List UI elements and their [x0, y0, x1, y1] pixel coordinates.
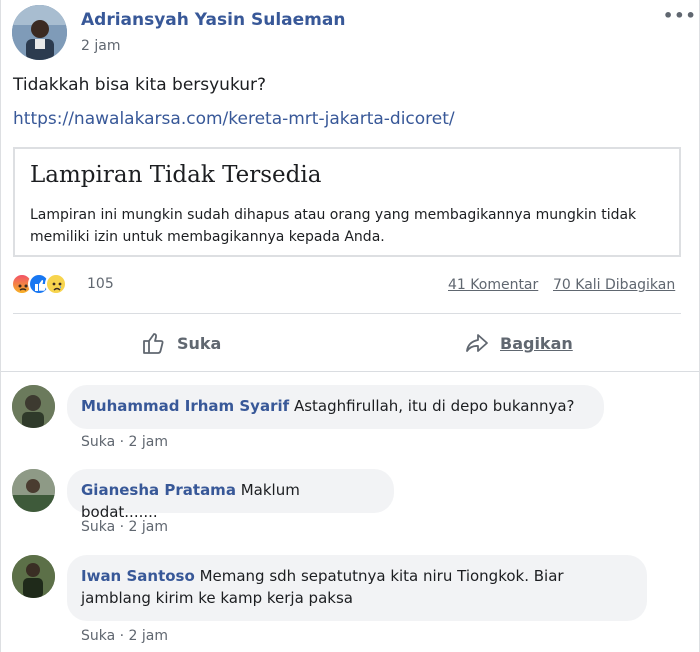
commenter-name[interactable]: Iwan Santoso: [81, 567, 195, 585]
comment-bubble: Gianesha Pratama Maklum bodat.......: [67, 469, 394, 521]
share-count-link[interactable]: 70 Kali Dibagikan: [553, 277, 675, 293]
post-timestamp[interactable]: 2 jam: [81, 38, 120, 54]
sad-reaction-icon: [45, 273, 67, 295]
share-arrow-icon: [466, 334, 488, 352]
divider: [13, 313, 681, 314]
attachment-box: Lampiran Tidak Tersedia Lampiran ini mun…: [13, 147, 681, 257]
comment-bubble: Muhammad Irham Syarif Astaghfirullah, it…: [67, 385, 604, 429]
post-card: Adriansyah Yasin Sulaeman 2 jam ••• Tida…: [0, 0, 700, 652]
post-link[interactable]: https://nawalakarsa.com/kereta-mrt-jakar…: [13, 109, 455, 129]
comment-meta[interactable]: Suka · 2 jam: [81, 519, 168, 535]
commenter-avatar[interactable]: [12, 555, 55, 598]
author-name[interactable]: Adriansyah Yasin Sulaeman: [81, 10, 345, 30]
share-button-label: Bagikan: [500, 334, 573, 353]
commenter-avatar[interactable]: [12, 469, 55, 512]
commenter-name[interactable]: Gianesha Pratama: [81, 481, 236, 499]
reaction-count: 105: [87, 276, 114, 292]
author-avatar[interactable]: [12, 5, 67, 60]
commenter-avatar[interactable]: [12, 385, 55, 428]
post-text: Tidakkah bisa kita bersyukur?: [13, 75, 267, 95]
comment-meta[interactable]: Suka · 2 jam: [81, 628, 168, 644]
comment-count-link[interactable]: 41 Komentar: [448, 277, 538, 293]
commenter-name[interactable]: Muhammad Irham Syarif: [81, 397, 289, 415]
more-options-icon[interactable]: •••: [663, 6, 697, 25]
like-button-label: Suka: [177, 334, 222, 353]
comment-text: Astaghfirullah, itu di depo bukannya?: [293, 397, 575, 415]
divider: [1, 371, 700, 372]
attachment-description: Lampiran ini mungkin sudah dihapus atau …: [30, 207, 637, 245]
comment-meta[interactable]: Suka · 2 jam: [81, 434, 168, 450]
thumbs-up-icon: [143, 333, 164, 354]
attachment-title: Lampiran Tidak Tersedia: [30, 162, 322, 188]
comment-bubble: Iwan Santoso Memang sdh sepatutnya kita …: [67, 555, 647, 621]
